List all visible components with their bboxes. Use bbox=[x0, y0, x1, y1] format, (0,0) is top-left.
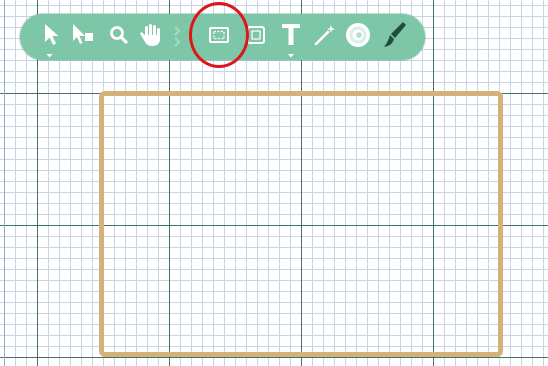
magic-wand-icon bbox=[314, 25, 335, 46]
anchor-point-icon bbox=[167, 14, 187, 60]
magic-wand-tool-button[interactable] bbox=[310, 14, 340, 60]
spiral-gradient-icon bbox=[346, 23, 370, 47]
artboard-frame-icon bbox=[209, 27, 229, 43]
paintbrush-icon bbox=[384, 22, 406, 47]
chevron-down-icon bbox=[288, 54, 294, 58]
pan-tool-button[interactable] bbox=[136, 14, 166, 60]
text-t-icon bbox=[282, 24, 300, 58]
chevron-down-icon bbox=[46, 54, 53, 58]
select-tool-button[interactable] bbox=[38, 14, 68, 60]
zoom-tool-button[interactable] bbox=[103, 14, 133, 60]
brush-tool-button[interactable] bbox=[378, 14, 412, 60]
canvas[interactable] bbox=[0, 0, 548, 366]
magnifier-icon bbox=[110, 26, 128, 44]
hand-icon bbox=[140, 24, 160, 46]
arrow-pointer-icon bbox=[45, 24, 59, 58]
arrow-with-node-icon bbox=[73, 24, 93, 44]
artboard-tool-button[interactable] bbox=[205, 14, 235, 60]
artboard[interactable] bbox=[99, 91, 503, 357]
frame-tool-button[interactable] bbox=[243, 14, 273, 60]
toolbar bbox=[20, 14, 425, 60]
gradient-tool-button[interactable] bbox=[342, 14, 376, 60]
direct-select-tool-button[interactable] bbox=[68, 14, 98, 60]
text-tool-button[interactable] bbox=[277, 14, 307, 60]
canvas-edge-line bbox=[4, 0, 5, 366]
frame-box-icon bbox=[247, 26, 265, 44]
